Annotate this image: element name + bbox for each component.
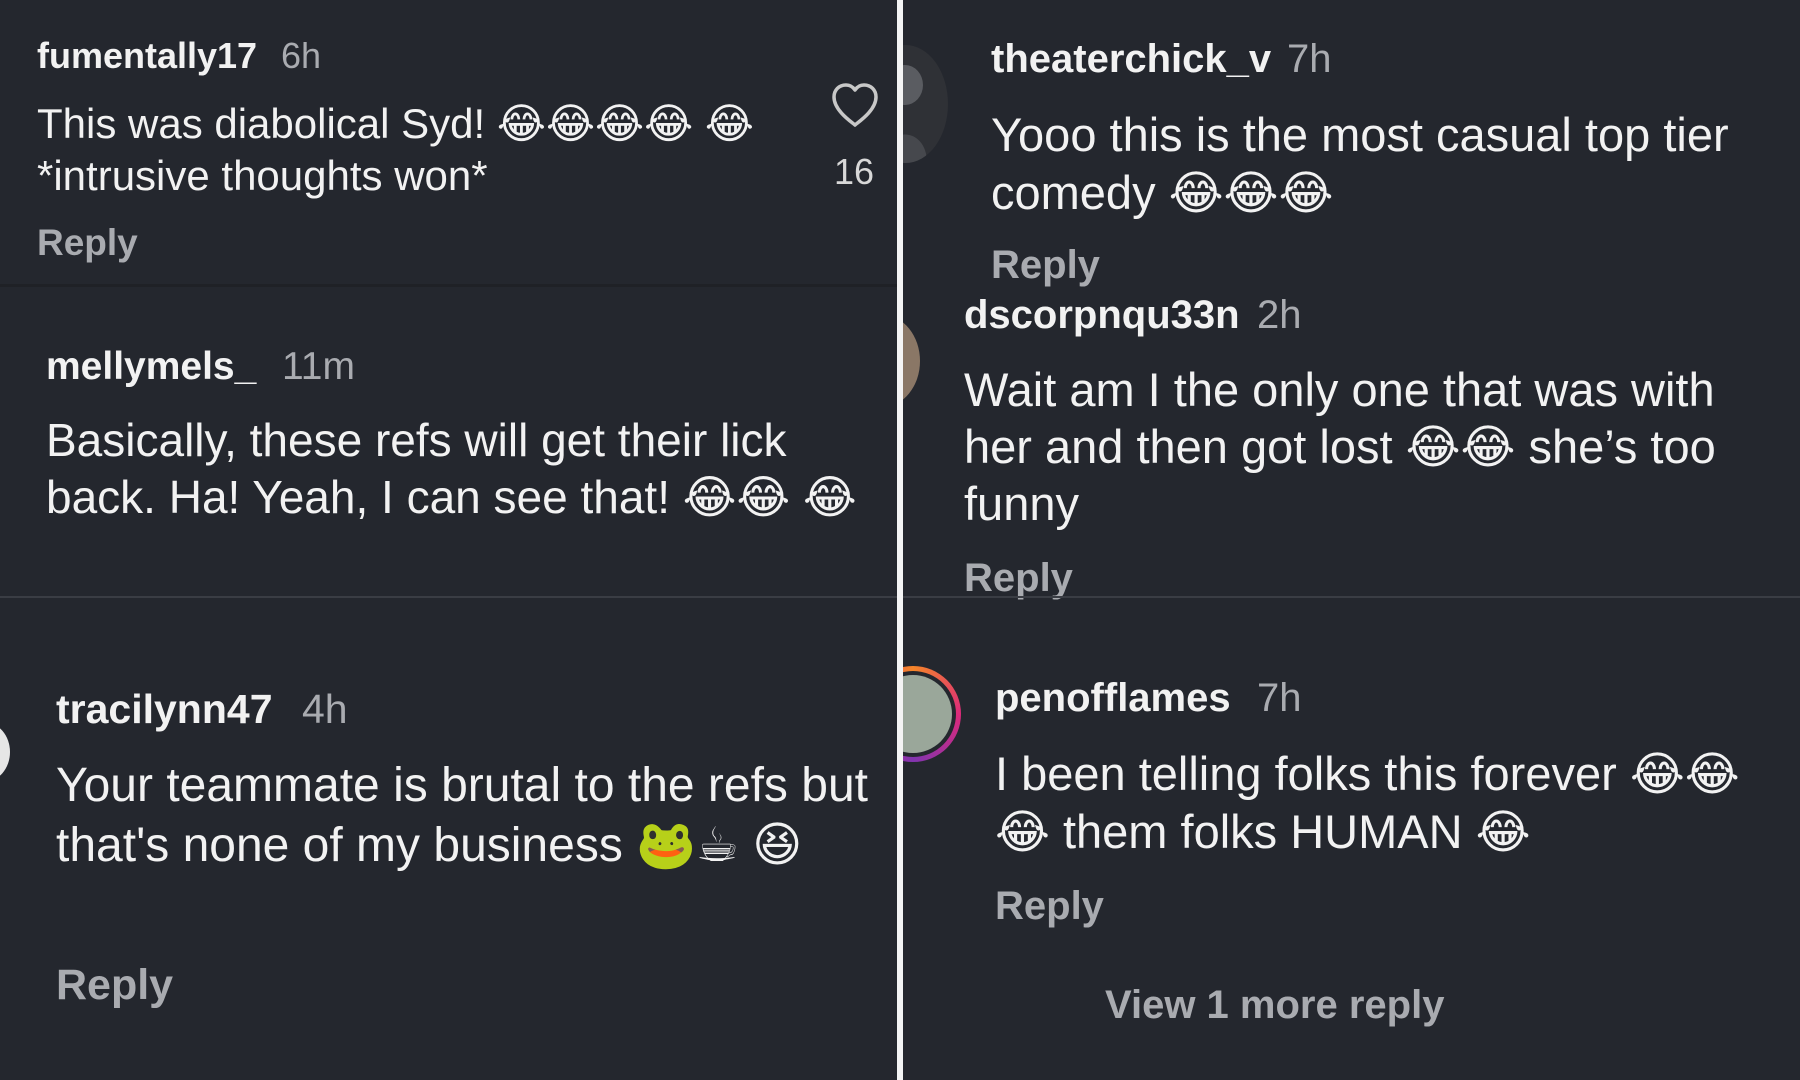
avatar[interactable] <box>0 722 10 782</box>
divider <box>0 596 897 598</box>
view-more-replies-button[interactable]: View 1 more reply <box>1105 983 1444 1028</box>
right-panel: theaterchick_v 7h Yooo this is the most … <box>903 0 1800 1080</box>
reply-button[interactable]: Reply <box>991 243 1100 288</box>
story-ring-avatar[interactable] <box>903 666 961 762</box>
comment-text: This was diabolical Syd! 😂😂😂😂 😂 *intrusi… <box>37 100 754 199</box>
reply-button[interactable]: Reply <box>37 222 138 264</box>
divider <box>903 596 1800 598</box>
reply-button[interactable]: Reply <box>56 961 173 1010</box>
comment-text: Yooo this is the most casual top tier co… <box>991 108 1729 219</box>
heart-outline-icon[interactable] <box>830 82 880 128</box>
reply-button[interactable]: Reply <box>964 556 1073 601</box>
comment-timestamp: 2h <box>1257 293 1302 337</box>
comment-timestamp: 4h <box>302 686 348 732</box>
reply-button[interactable]: Reply <box>995 884 1104 929</box>
comment-username[interactable]: mellymels_ <box>46 345 256 389</box>
like-count: 16 <box>834 151 875 192</box>
comment-text: Wait am I the only one that was with her… <box>964 363 1716 530</box>
comment-text: I been telling folks this forever 😂😂 😂 t… <box>995 747 1740 858</box>
comment-username[interactable]: theaterchick_v <box>991 37 1271 82</box>
comment-username[interactable]: fumentally17 <box>37 35 257 77</box>
avatar[interactable] <box>903 45 948 163</box>
comment-timestamp: 11m <box>282 345 355 388</box>
comment-timestamp: 7h <box>1257 676 1302 720</box>
comment-username[interactable]: dscorpnqu33n <box>964 293 1240 338</box>
comment-text: Basically, these refs will get their lic… <box>46 414 857 523</box>
comment-username[interactable]: tracilynn47 <box>56 686 273 733</box>
left-panel: fumentally17 6h This was diabolical Syd!… <box>0 0 897 1080</box>
divider <box>0 284 897 287</box>
comment-username[interactable]: penofflames <box>995 676 1231 721</box>
avatar[interactable] <box>903 315 920 407</box>
comment-timestamp: 6h <box>281 35 322 76</box>
comment-timestamp: 7h <box>1287 37 1332 81</box>
comment-text: Your teammate is brutal to the refs but … <box>56 759 868 872</box>
